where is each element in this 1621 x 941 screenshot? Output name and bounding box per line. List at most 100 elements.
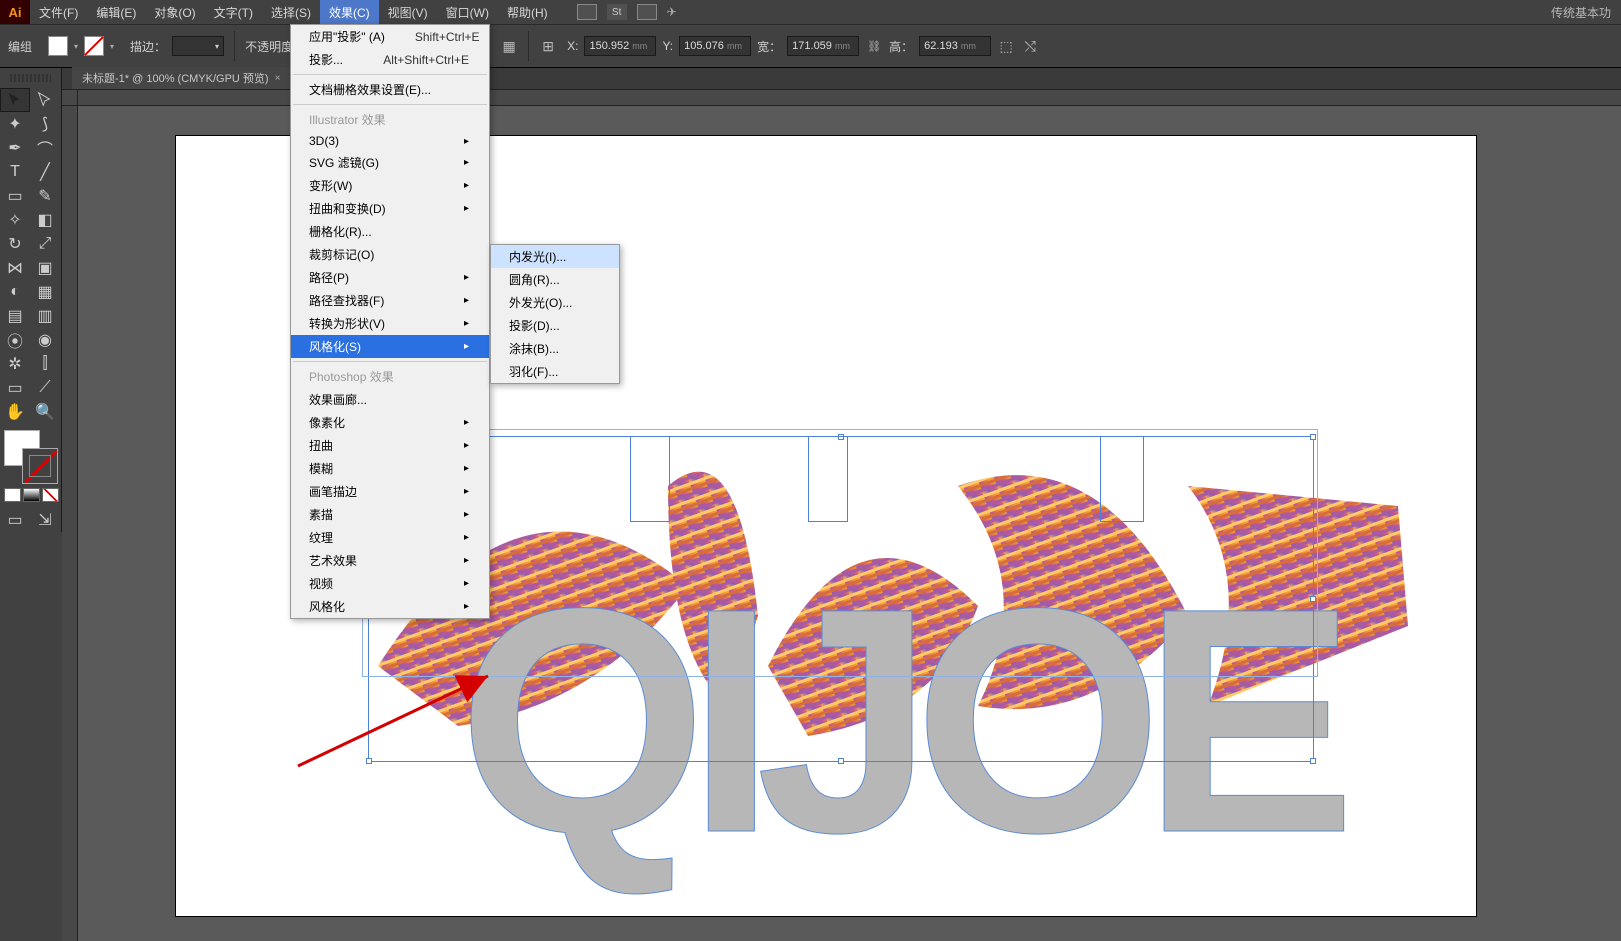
menu-distort-ps[interactable]: 扭曲▸ (291, 434, 489, 457)
ruler-origin[interactable] (62, 90, 78, 106)
menu-warp[interactable]: 变形(W)▸ (291, 174, 489, 197)
ruler-vertical[interactable] (62, 106, 78, 941)
menu-effect[interactable]: 效果(C) (320, 0, 379, 24)
menu-stylize-ps[interactable]: 风格化▸ (291, 595, 489, 618)
x-input[interactable]: 150.952 mm (584, 36, 656, 56)
magic-wand-tool[interactable]: ✦ (0, 112, 30, 136)
effects-menu: 应用"投影" (A)Shift+Ctrl+E 投影...Alt+Shift+Ct… (290, 24, 490, 619)
close-icon[interactable]: × (275, 73, 281, 84)
menu-type[interactable]: 文字(T) (205, 0, 262, 24)
menu-video[interactable]: 视频▸ (291, 572, 489, 595)
menu-path[interactable]: 路径(P)▸ (291, 266, 489, 289)
graph-tool[interactable]: ⫿ (30, 352, 60, 376)
screen-mode-toggle[interactable]: ⇲ (30, 508, 60, 532)
stroke-weight-input[interactable]: ▾ (172, 36, 224, 56)
menu-sketch[interactable]: 素描▸ (291, 503, 489, 526)
lasso-tool[interactable]: ⟆ (30, 112, 60, 136)
toolbox: ✦ ⟆ ✒ ⌒ T ╱ ▭ ✎ ✧ ◧ ↻ ⤢ ⋈ ▣ ◐ ▦ ▤ ▥ ⦿ ◉ … (0, 68, 62, 532)
menu-stylize[interactable]: 风格化(S)▸ (291, 335, 489, 358)
shaper-tool[interactable]: ✧ (0, 208, 30, 232)
menu-view[interactable]: 视图(V) (379, 0, 437, 24)
layout-icon[interactable] (577, 4, 597, 20)
type-tool[interactable]: T (0, 160, 30, 184)
mesh-tool[interactable]: ▤ (0, 304, 30, 328)
shape-builder-tool[interactable]: ◐ (0, 280, 30, 304)
rotate-tool[interactable]: ↻ (0, 232, 30, 256)
menu-texture[interactable]: 纹理▸ (291, 526, 489, 549)
publish-icon[interactable]: ✈ (667, 5, 677, 19)
color-mode-icon[interactable] (4, 488, 21, 502)
menu-object[interactable]: 对象(O) (145, 0, 204, 24)
screen-mode-normal[interactable]: ▭ (0, 508, 30, 532)
stock-icon[interactable]: St (607, 4, 627, 20)
submenu-drop-shadow[interactable]: 投影(D)... (491, 314, 619, 337)
stroke-color[interactable] (22, 448, 58, 484)
paintbrush-tool[interactable]: ✎ (30, 184, 60, 208)
menubar-icon-group: St ✈ (577, 4, 677, 20)
tab-document-1[interactable]: 未标题-1* @ 100% (CMYK/GPU 预览) × (72, 67, 291, 89)
menu-pixelate[interactable]: 像素化▸ (291, 411, 489, 434)
menu-pathfinder[interactable]: 路径查找器(F)▸ (291, 289, 489, 312)
menu-file[interactable]: 文件(F) (30, 0, 87, 24)
color-picker[interactable] (4, 430, 58, 484)
menu-artistic[interactable]: 艺术效果▸ (291, 549, 489, 572)
rectangle-tool[interactable]: ▭ (0, 184, 30, 208)
menu-rasterize[interactable]: 栅格化(R)... (291, 220, 489, 243)
shape-flip-icon[interactable]: ⤭ (1021, 37, 1039, 55)
zoom-tool[interactable]: 🔍 (30, 400, 60, 424)
menu-last-effect[interactable]: 投影...Alt+Shift+Ctrl+E (291, 48, 489, 71)
slice-tool[interactable]: ⟋ (30, 376, 60, 400)
w-input[interactable]: 171.059 mm (787, 36, 859, 56)
direct-selection-tool[interactable] (30, 88, 60, 112)
submenu-outer-glow[interactable]: 外发光(O)... (491, 291, 619, 314)
none-mode-icon[interactable] (42, 488, 59, 502)
eraser-tool[interactable]: ◧ (30, 208, 60, 232)
perspective-tool[interactable]: ▦ (30, 280, 60, 304)
menu-help[interactable]: 帮助(H) (498, 0, 557, 24)
app-logo: Ai (0, 0, 30, 24)
menu-doc-raster[interactable]: 文档栅格效果设置(E)... (291, 78, 489, 101)
submenu-feather[interactable]: 羽化(F)... (491, 360, 619, 383)
gradient-mode-icon[interactable] (23, 488, 40, 502)
menu-window[interactable]: 窗口(W) (437, 0, 498, 24)
line-tool[interactable]: ╱ (30, 160, 60, 184)
hand-tool[interactable]: ✋ (0, 400, 30, 424)
h-input[interactable]: 62.193 mm (919, 36, 991, 56)
artboard-tool[interactable]: ▭ (0, 376, 30, 400)
fill-swatch[interactable] (48, 36, 68, 56)
menu-convert-shape[interactable]: 转换为形状(V)▸ (291, 312, 489, 335)
submenu-scribble[interactable]: 涂抹(B)... (491, 337, 619, 360)
menu-distort[interactable]: 扭曲和变换(D)▸ (291, 197, 489, 220)
symbol-sprayer-tool[interactable]: ✲ (0, 352, 30, 376)
submenu-round-corners[interactable]: 圆角(R)... (491, 268, 619, 291)
shape-transform-icon[interactable]: ⬚ (997, 37, 1015, 55)
align-icon[interactable]: ▦ (500, 37, 518, 55)
menu-3d[interactable]: 3D(3)▸ (291, 131, 489, 151)
menu-gallery[interactable]: 效果画廊... (291, 388, 489, 411)
toolbox-grip[interactable] (10, 74, 51, 82)
menu-brush-strokes[interactable]: 画笔描边▸ (291, 480, 489, 503)
arrange-icon[interactable] (637, 4, 657, 20)
transform-icon[interactable]: ⊞ (539, 37, 557, 55)
stroke-swatch[interactable] (84, 36, 104, 56)
menu-svg-filter[interactable]: SVG 滤镜(G)▸ (291, 151, 489, 174)
pen-tool[interactable]: ✒ (0, 136, 30, 160)
menu-apply-last[interactable]: 应用"投影" (A)Shift+Ctrl+E (291, 25, 489, 48)
submenu-inner-glow[interactable]: 内发光(I)... (491, 245, 619, 268)
gradient-tool[interactable]: ▥ (30, 304, 60, 328)
scale-tool[interactable]: ⤢ (30, 232, 60, 256)
link-wh-icon[interactable]: ⛓ (865, 37, 883, 55)
menubar: Ai 文件(F) 编辑(E) 对象(O) 文字(T) 选择(S) 效果(C) 视… (0, 0, 1621, 24)
blend-tool[interactable]: ◉ (30, 328, 60, 352)
workspace-switcher[interactable]: 传统基本功 (1551, 4, 1621, 21)
eyedropper-tool[interactable]: ⦿ (0, 328, 30, 352)
y-input[interactable]: 105.076 mm (679, 36, 751, 56)
menu-blur[interactable]: 模糊▸ (291, 457, 489, 480)
menu-edit[interactable]: 编辑(E) (87, 0, 145, 24)
menu-cropmarks[interactable]: 裁剪标记(O) (291, 243, 489, 266)
width-tool[interactable]: ⋈ (0, 256, 30, 280)
selection-tool[interactable] (0, 88, 30, 112)
curvature-tool[interactable]: ⌒ (30, 136, 60, 160)
menu-select[interactable]: 选择(S) (262, 0, 320, 24)
free-transform-tool[interactable]: ▣ (30, 256, 60, 280)
